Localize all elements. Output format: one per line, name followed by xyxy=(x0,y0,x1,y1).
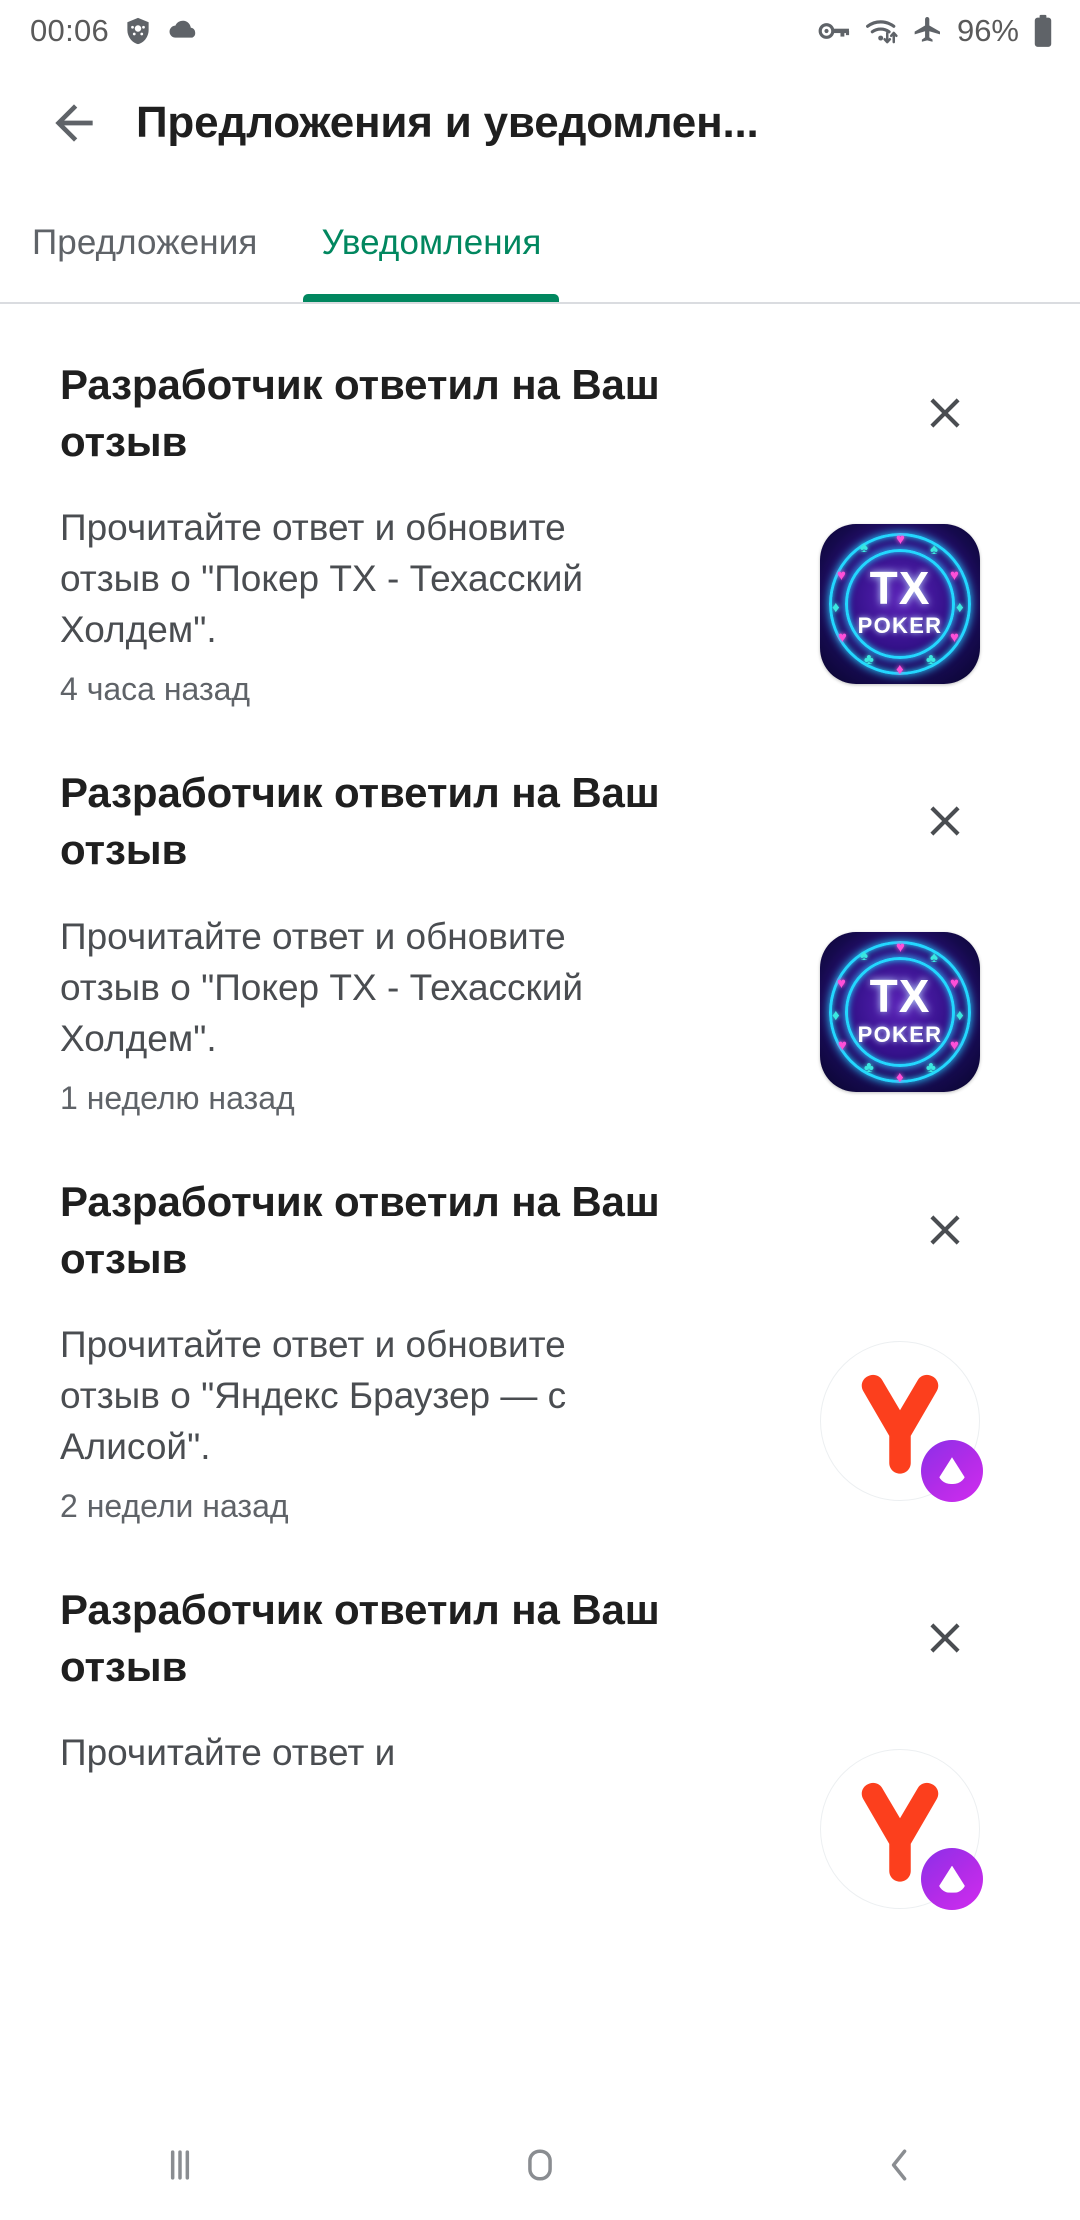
notification-list: Разработчик ответил на Ваш отзыв Прочита… xyxy=(0,304,1080,1911)
suit-spade-icon: ♠ xyxy=(930,949,938,967)
notification-body: Прочитайте ответ и xyxy=(60,1732,396,1774)
tx-poker-line2: POKER xyxy=(857,1021,943,1047)
app-icon-yandex-browser[interactable] xyxy=(820,1340,983,1502)
suit-club-icon: ♣ xyxy=(926,651,936,668)
list-item[interactable]: Разработчик ответил на Ваш отзыв Прочита… xyxy=(0,1143,1080,1551)
close-icon[interactable] xyxy=(902,1187,988,1273)
yandex-browser-icon xyxy=(820,1749,983,1911)
suit-diamond-icon: ♦ xyxy=(896,661,904,678)
app-icon-tx-poker[interactable]: ♥ ♠ ♠ ♥ ♥ ♦ ♦ ♥ ♥ ♣ ♣ ♦ TX POKER xyxy=(820,524,980,684)
suit-heart-icon: ♥ xyxy=(896,939,905,957)
notification-aside: ♥ ♠ ♠ ♥ ♥ ♦ ♦ ♥ ♥ ♣ ♣ ♦ TX POKER xyxy=(700,356,1030,708)
notification-content: Разработчик ответил на Ваш отзыв Прочита… xyxy=(60,1581,700,1778)
tx-poker-icon: ♥ ♠ ♠ ♥ ♥ ♦ ♦ ♥ ♥ ♣ ♣ ♦ TX POKER xyxy=(820,524,980,684)
wifi-data-icon xyxy=(865,16,899,46)
page-title: Предложения и уведомлен... xyxy=(136,98,759,147)
notification-timestamp: 2 недели назад xyxy=(60,1488,289,1525)
notification-content: Разработчик ответил на Ваш отзыв Прочита… xyxy=(60,1173,700,1525)
notification-body: Прочитайте ответ и обновите отзыв о "Пок… xyxy=(60,915,584,1059)
battery-icon xyxy=(1032,14,1054,48)
alice-badge-inner xyxy=(938,1865,966,1893)
notification-timestamp: 1 неделю назад xyxy=(60,1079,295,1116)
airplane-mode-icon xyxy=(912,15,944,47)
suit-heart-icon: ♥ xyxy=(896,531,905,548)
list-item[interactable]: Разработчик ответил на Ваш отзыв Прочита… xyxy=(0,734,1080,1142)
notification-aside: ♥ ♠ ♠ ♥ ♥ ♦ ♦ ♥ ♥ ♣ ♣ ♦ TX POKER xyxy=(700,764,1030,1116)
suit-club-icon: ♣ xyxy=(926,1059,936,1077)
suit-spade-icon: ♠ xyxy=(860,947,868,965)
notification-body: Прочитайте ответ и обновите отзыв о "Пок… xyxy=(60,507,584,651)
status-bar-right: 96% xyxy=(818,13,1054,49)
back-arrow-icon[interactable] xyxy=(26,75,122,171)
back-icon[interactable] xyxy=(810,2110,990,2220)
cloud-icon xyxy=(167,15,199,47)
notification-title: Разработчик ответил на Ваш отзыв xyxy=(60,361,660,466)
suit-spade-icon: ♠ xyxy=(860,539,868,556)
notification-timestamp: 4 часа назад xyxy=(60,671,251,708)
app-bar: Предложения и уведомлен... xyxy=(0,62,1080,184)
tab-offers[interactable]: Предложения xyxy=(0,184,289,302)
suit-spade-icon: ♠ xyxy=(930,541,938,558)
shield-icon xyxy=(123,16,153,46)
notification-title: Разработчик ответил на Ваш отзыв xyxy=(60,1177,660,1282)
tab-bar: Предложения Уведомления xyxy=(0,184,1080,304)
tab-offers-label: Предложения xyxy=(32,223,258,262)
tx-poker-wordmark: TX POKER xyxy=(820,562,980,639)
notification-body: Прочитайте ответ и обновите отзыв о "Янд… xyxy=(60,1323,567,1468)
tx-poker-wordmark: TX POKER xyxy=(820,970,980,1047)
notification-aside xyxy=(700,1581,1030,1911)
close-icon[interactable] xyxy=(902,1595,988,1681)
tx-poker-icon: ♥ ♠ ♠ ♥ ♥ ♦ ♦ ♥ ♥ ♣ ♣ ♦ TX POKER xyxy=(820,932,980,1093)
app-icon-tx-poker[interactable]: ♥ ♠ ♠ ♥ ♥ ♦ ♦ ♥ ♥ ♣ ♣ ♦ TX POKER xyxy=(820,932,980,1093)
list-item[interactable]: Разработчик ответил на Ваш отзыв Прочита… xyxy=(0,1551,1080,1911)
suit-club-icon: ♣ xyxy=(864,651,874,668)
suit-diamond-icon: ♦ xyxy=(896,1069,904,1087)
tx-poker-line2: POKER xyxy=(857,613,943,639)
notification-title: Разработчик ответил на Ваш отзыв xyxy=(60,1586,660,1691)
recents-icon[interactable] xyxy=(90,2110,270,2220)
list-item[interactable]: Разработчик ответил на Ваш отзыв Прочита… xyxy=(0,326,1080,734)
tab-notifications[interactable]: Уведомления xyxy=(289,184,573,302)
battery-percent-label: 96% xyxy=(956,13,1019,48)
home-icon[interactable] xyxy=(450,2110,630,2220)
yandex-browser-icon xyxy=(820,1340,983,1502)
vpn-key-icon xyxy=(818,16,852,46)
tx-poker-line1: TX xyxy=(869,562,931,614)
status-clock: 00:06 xyxy=(30,13,110,48)
alice-badge-icon xyxy=(921,1848,983,1911)
notification-aside xyxy=(700,1173,1030,1525)
notification-content: Разработчик ответил на Ваш отзыв Прочита… xyxy=(60,356,700,708)
status-bar-left: 00:06 xyxy=(30,13,199,49)
tx-poker-line1: TX xyxy=(869,970,931,1023)
notification-content: Разработчик ответил на Ваш отзыв Прочита… xyxy=(60,764,700,1116)
tab-notifications-label: Уведомления xyxy=(321,223,542,262)
notification-title: Разработчик ответил на Ваш отзыв xyxy=(60,769,660,874)
alice-badge-icon xyxy=(921,1439,983,1502)
app-icon-yandex-browser[interactable] xyxy=(820,1749,983,1911)
tab-active-indicator xyxy=(303,294,560,302)
suit-club-icon: ♣ xyxy=(864,1059,874,1077)
close-icon[interactable] xyxy=(902,370,988,456)
alice-badge-inner xyxy=(938,1457,966,1485)
close-icon[interactable] xyxy=(902,778,988,864)
status-bar: 00:06 96% xyxy=(0,0,1080,62)
system-navigation-bar xyxy=(0,2110,1080,2220)
